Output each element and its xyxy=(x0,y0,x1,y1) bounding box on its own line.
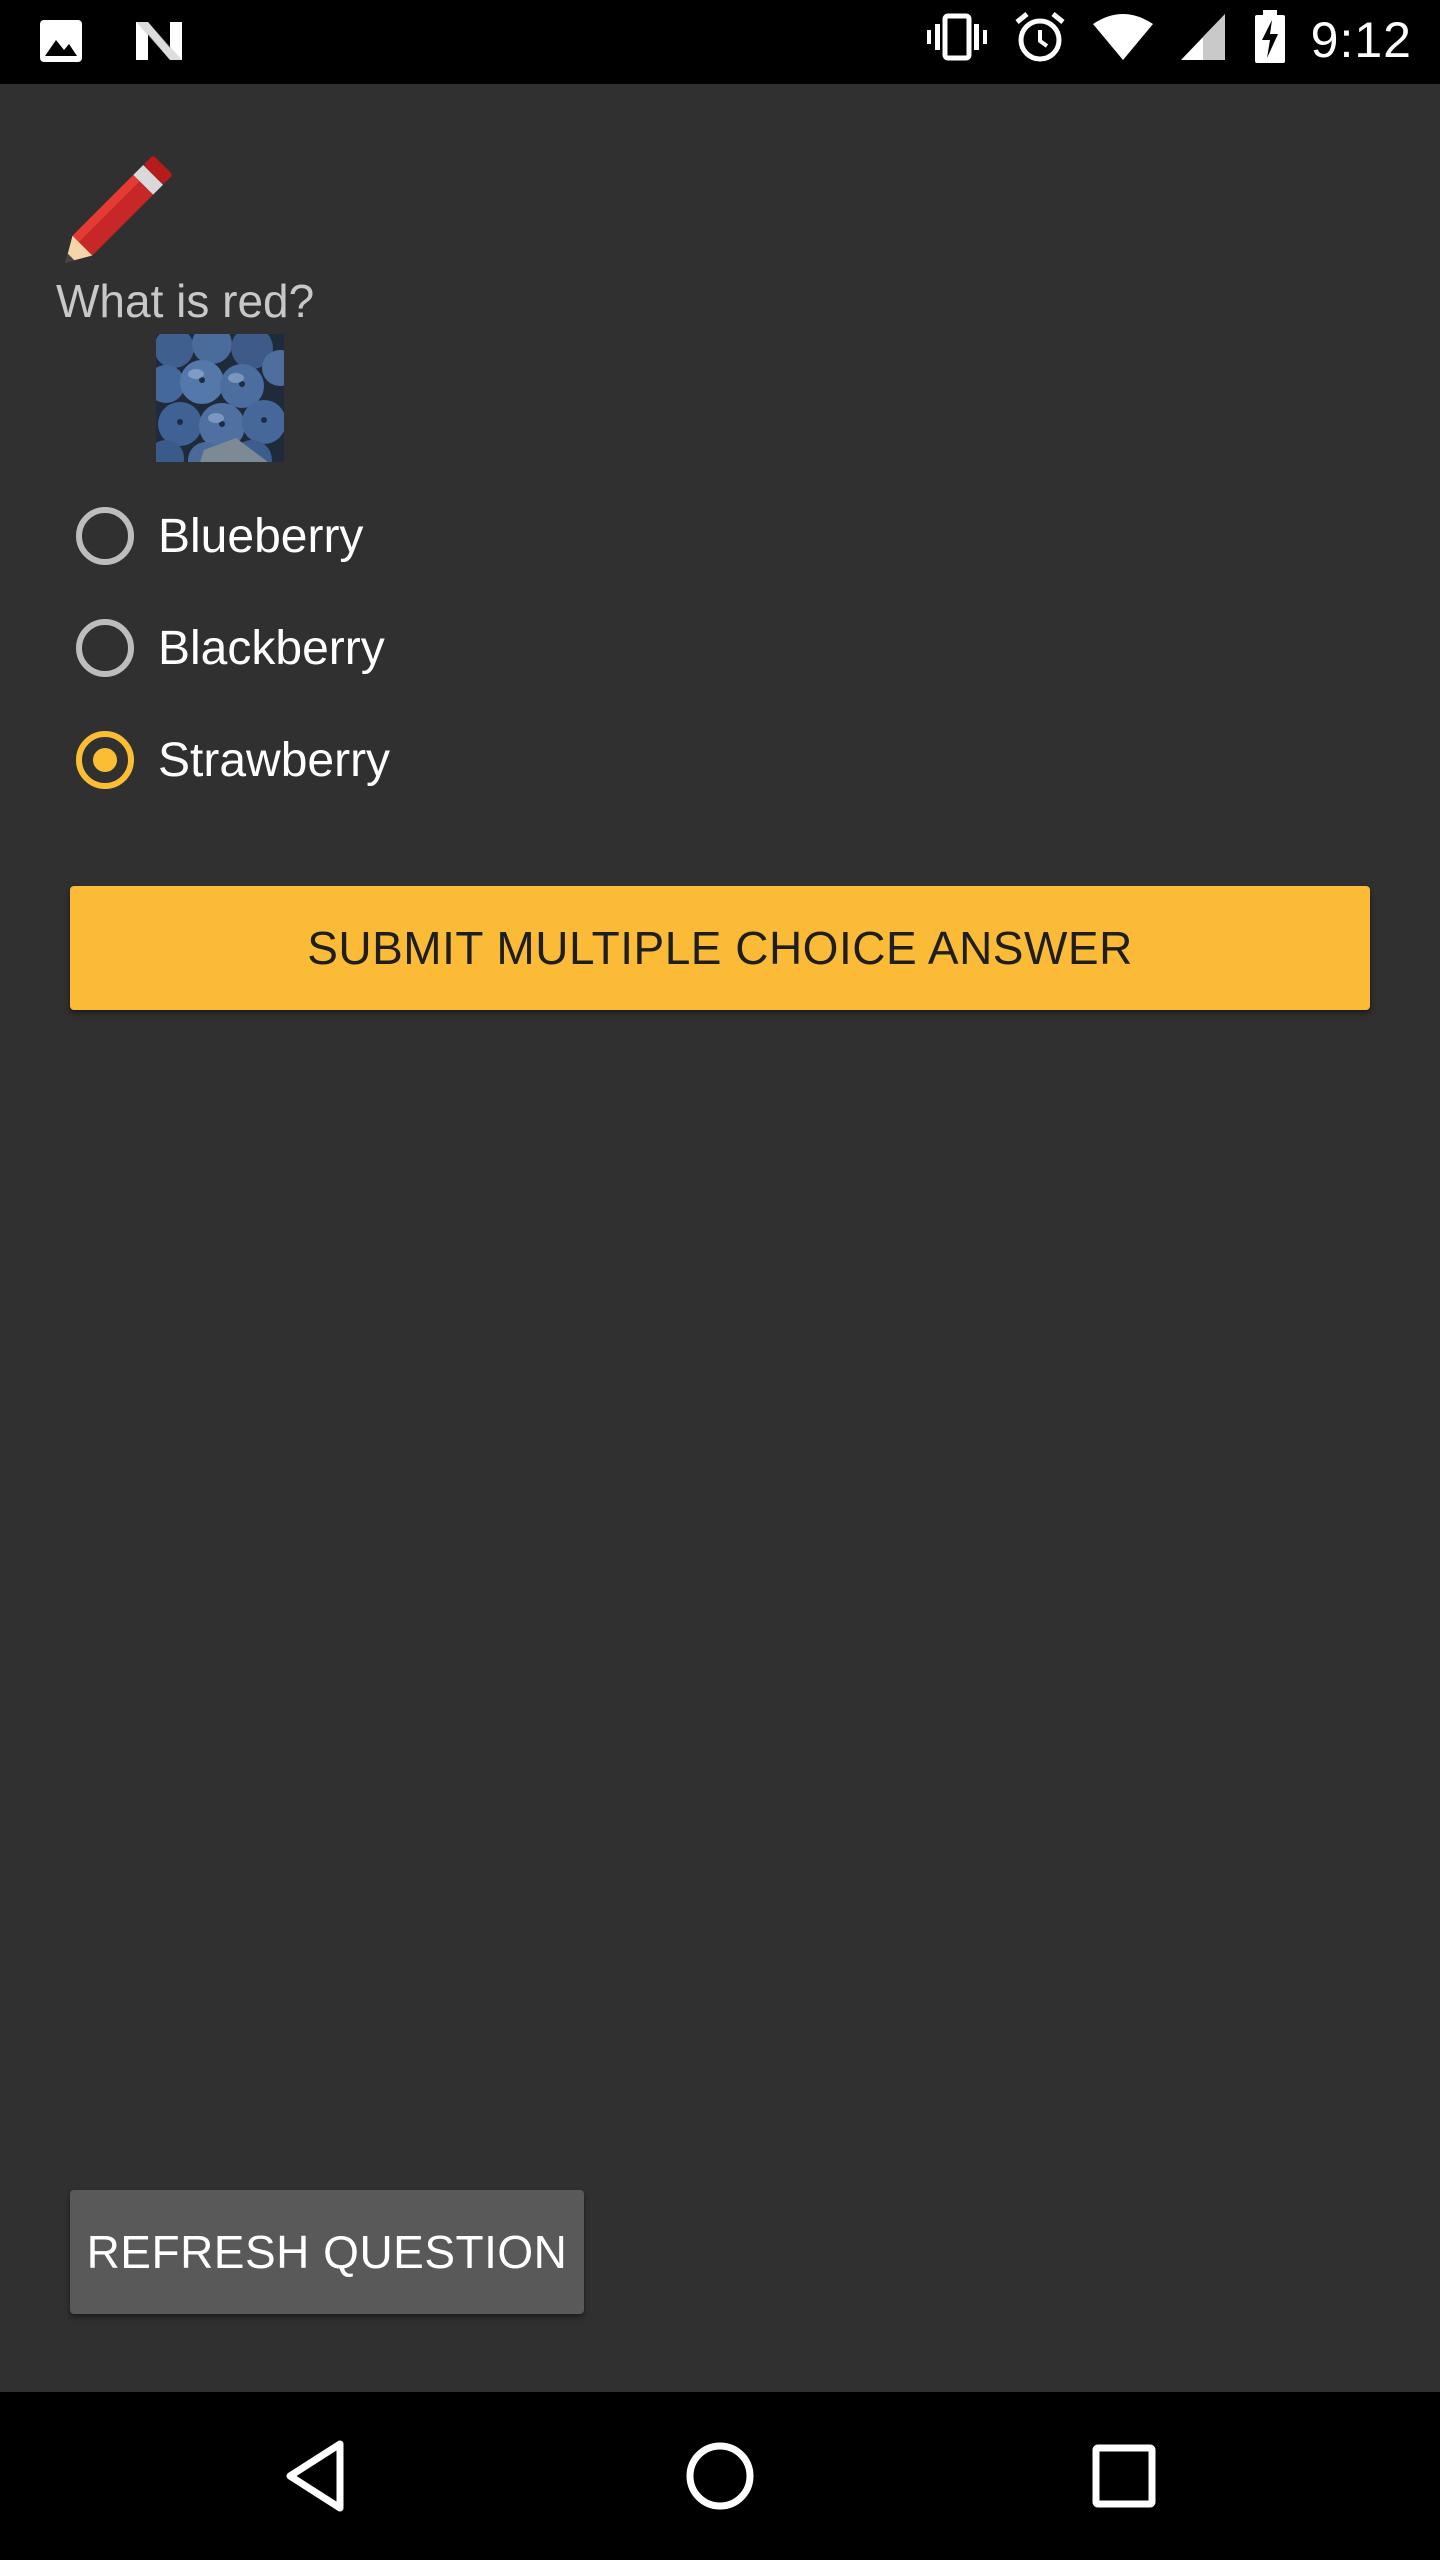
option-strawberry[interactable]: Strawberry xyxy=(76,704,390,816)
answer-options: Blueberry Blackberry Strawberry xyxy=(76,480,390,816)
option-label: Strawberry xyxy=(158,733,391,787)
quiz-content: What is red? Blueberry Blackberry Strawb… xyxy=(0,84,1440,2392)
battery-charging-icon xyxy=(1253,10,1287,69)
option-blackberry[interactable]: Blackberry xyxy=(76,592,390,704)
recents-icon[interactable] xyxy=(1082,2434,1166,2518)
n-notification-icon xyxy=(132,18,186,69)
wifi-icon xyxy=(1091,12,1155,67)
status-time: 9:12 xyxy=(1310,11,1412,68)
radio-button-checked-icon[interactable] xyxy=(76,731,134,789)
radio-button-unchecked-icon[interactable] xyxy=(76,507,134,565)
option-label: Blueberry xyxy=(158,509,364,563)
vibrate-icon xyxy=(925,12,989,67)
refresh-question-button[interactable]: REFRESH QUESTION xyxy=(70,2190,584,2314)
question-text: What is red? xyxy=(56,275,315,327)
pencil-icon xyxy=(56,140,188,272)
home-icon[interactable] xyxy=(678,2434,762,2518)
radio-button-unchecked-icon[interactable] xyxy=(76,619,134,677)
navigation-bar xyxy=(0,2392,1440,2560)
back-icon[interactable] xyxy=(276,2434,360,2518)
signal-icon xyxy=(1179,12,1229,67)
option-label: Blackberry xyxy=(158,621,385,675)
blueberries-image xyxy=(147,324,298,480)
submit-answer-button[interactable]: SUBMIT MULTIPLE CHOICE ANSWER xyxy=(70,886,1370,1010)
alarm-icon xyxy=(1013,10,1067,69)
option-blueberry[interactable]: Blueberry xyxy=(76,480,390,592)
image-icon xyxy=(38,18,84,69)
status-bar: 9:12 xyxy=(0,0,1440,84)
